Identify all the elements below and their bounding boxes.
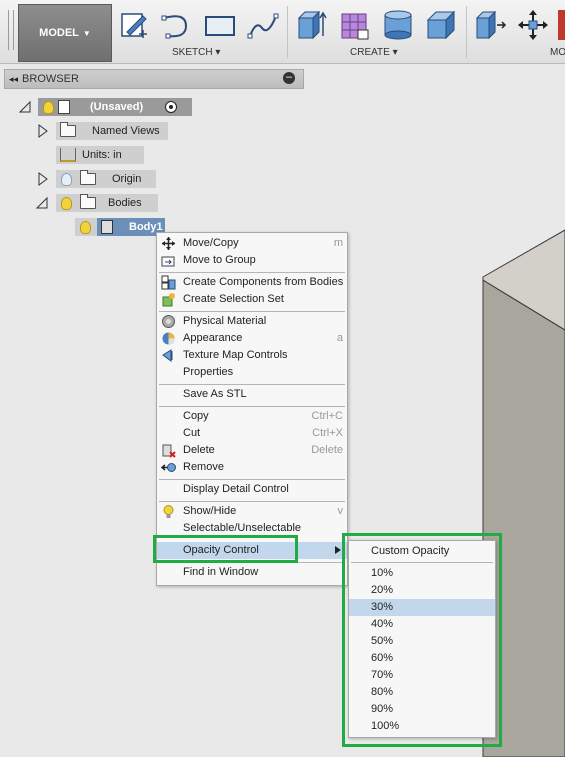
menu-separator	[159, 406, 345, 407]
appearance-icon	[162, 332, 175, 345]
toolbar-separator	[466, 6, 467, 58]
toolbar: MODEL ▼ SKETCH ▾ CREATE ▾ MO	[0, 0, 565, 64]
move-icon[interactable]	[516, 8, 550, 42]
menu-separator	[159, 384, 345, 385]
browser-title: BROWSER	[22, 73, 79, 85]
tree-node-named-views[interactable]: Named Views	[56, 122, 168, 140]
menu-item-delete[interactable]: Delete Delete	[157, 442, 347, 459]
menu-separator	[159, 479, 345, 480]
menu-item-cut[interactable]: Cut Ctrl+X	[157, 425, 347, 442]
chevron-down-icon: ▼	[82, 28, 91, 38]
minimize-icon[interactable]: –	[283, 72, 295, 84]
collapse-triangle-icon	[35, 196, 48, 209]
origin-label: Origin	[112, 173, 142, 185]
collapse-triangle-icon	[18, 100, 31, 113]
expand-triangle-icon	[38, 172, 48, 186]
named-views-label: Named Views	[92, 125, 160, 137]
context-menu: Move/Copy m Move to Group Create Compone…	[156, 232, 348, 586]
annotation-box-opacity-submenu	[342, 533, 502, 747]
lightbulb-icon	[163, 505, 174, 518]
collapse-panel-icon[interactable]: ◂◂	[9, 74, 18, 85]
lightbulb-icon[interactable]	[43, 100, 54, 114]
delete-icon	[162, 444, 176, 458]
spline-icon[interactable]	[246, 8, 280, 42]
form-cage-icon[interactable]	[338, 8, 372, 42]
workspace-switcher[interactable]: MODEL ▼	[18, 4, 112, 62]
create-components-icon	[161, 275, 176, 290]
cylinder-icon[interactable]	[381, 8, 415, 42]
menu-item-create-components[interactable]: Create Components from Bodies	[157, 274, 347, 291]
box-icon[interactable]	[424, 8, 458, 42]
menu-item-move-copy[interactable]: Move/Copy m	[157, 235, 347, 252]
menu-separator	[159, 272, 345, 273]
browser-header[interactable]: ◂◂ BROWSER –	[4, 69, 304, 89]
units-label: Units: in	[82, 149, 122, 161]
annotation-box-opacity-control	[153, 535, 298, 563]
menu-item-appearance[interactable]: Appearance a	[157, 330, 347, 347]
lightbulb-icon[interactable]	[80, 220, 91, 234]
toolbar-separator	[287, 6, 288, 58]
menu-item-remove[interactable]: Remove	[157, 459, 347, 476]
root-label: (Unsaved)	[90, 101, 144, 113]
menu-item-properties[interactable]: Properties	[157, 364, 347, 381]
create-group-label[interactable]: CREATE ▾	[350, 47, 398, 58]
tree-node-root[interactable]: (Unsaved)	[38, 98, 192, 116]
selection-set-icon	[162, 293, 175, 307]
lightbulb-off-icon[interactable]	[61, 172, 72, 186]
body-icon	[101, 220, 113, 234]
menu-item-save-as-stl[interactable]: Save As STL	[157, 386, 347, 403]
menu-item-show-hide[interactable]: Show/Hide v	[157, 503, 347, 520]
bodies-label: Bodies	[108, 197, 142, 209]
menu-item-physical-material[interactable]: Physical Material	[157, 313, 347, 330]
activate-radio-icon[interactable]	[165, 101, 177, 113]
folder-icon	[80, 170, 96, 185]
rectangle-icon[interactable]	[203, 8, 237, 42]
tree-node-body1[interactable]: Body1	[75, 218, 165, 236]
menu-item-create-selection-set[interactable]: Create Selection Set	[157, 291, 347, 308]
menu-item-copy[interactable]: Copy Ctrl+C	[157, 408, 347, 425]
arc-icon[interactable]	[160, 8, 194, 42]
modify-group-label[interactable]: MO	[550, 47, 565, 58]
tree-node-bodies[interactable]: Bodies	[56, 194, 158, 212]
submenu-arrow-icon	[335, 546, 341, 554]
toolbar-grip[interactable]	[8, 10, 14, 50]
folder-icon	[60, 122, 76, 137]
menu-item-texture-map-controls[interactable]: Texture Map Controls	[157, 347, 347, 364]
expand-triangle-icon	[38, 124, 48, 138]
physical-material-icon	[162, 315, 175, 328]
move-copy-icon	[162, 237, 175, 250]
fillet-icon[interactable]	[558, 10, 565, 40]
document-icon	[58, 100, 70, 114]
lightbulb-icon[interactable]	[61, 196, 72, 210]
folder-icon	[80, 194, 96, 209]
sketch-group-label[interactable]: SKETCH ▾	[172, 47, 220, 58]
texture-map-icon	[162, 349, 173, 362]
menu-item-move-to-group[interactable]: Move to Group	[157, 252, 347, 269]
workspace-label: MODEL	[39, 27, 79, 39]
menu-separator	[159, 501, 345, 502]
move-to-group-icon	[161, 256, 175, 267]
tree-node-origin[interactable]: Origin	[56, 170, 156, 188]
menu-separator	[159, 311, 345, 312]
press-pull-icon[interactable]	[473, 8, 507, 42]
remove-icon	[161, 463, 176, 472]
ruler-icon	[60, 148, 76, 162]
tree-node-units[interactable]: Units: in	[56, 146, 144, 164]
extrude-icon[interactable]	[295, 8, 329, 42]
menu-item-display-detail-control[interactable]: Display Detail Control	[157, 481, 347, 498]
sketch-create-icon[interactable]	[117, 8, 151, 42]
menu-item-find-in-window[interactable]: Find in Window	[157, 564, 347, 581]
